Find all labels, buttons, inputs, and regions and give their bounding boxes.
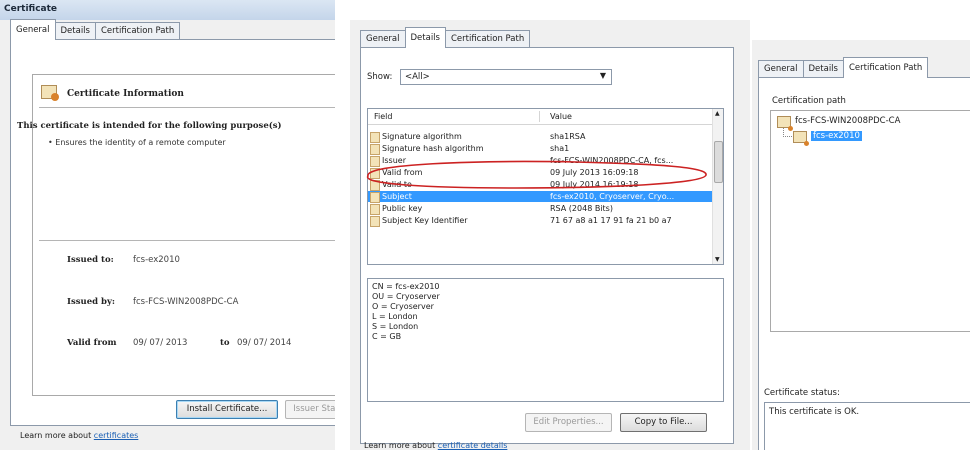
window-title: Certificate [4,4,58,14]
certificate-details-link[interactable]: certificate details [438,441,508,450]
field-rows: Signature algorithm sha1RSA Signature hash… [368,131,713,264]
tab-details[interactable]: Details [404,27,446,48]
general-learn-more: Learn more about certificates [20,431,138,440]
field-list-header: Field Value [368,109,713,125]
install-certificate-button[interactable]: Install Certificate... [176,400,278,419]
chevron-down-icon: ▼ [599,71,606,80]
show-label: Show: [367,72,393,82]
scroll-down-arrow[interactable]: ▼ [715,256,720,263]
tree-child-node[interactable]: fcs-ex2010 [811,131,862,141]
table-row[interactable]: Subject Key Identifier 71 67 a8 a1 17 91 … [368,215,713,227]
field-detail-box[interactable]: CN = fcs-ex2010 OU = Cryoserver O = Cryose… [367,278,724,402]
scroll-up-arrow[interactable]: ▲ [715,110,720,117]
field-name: Public key [382,204,423,213]
tab-details[interactable]: Details [802,60,844,78]
field-icon [370,216,380,227]
field-value: sha1 [550,144,570,153]
detail-line: OU = Cryoserver [372,292,440,301]
certificate-status-label: Certificate status: [764,388,840,398]
detail-line: L = London [372,312,418,321]
tab-details[interactable]: Details [54,22,96,40]
issued-by-label: Issued by: [67,297,116,307]
certificate-icon-seal [51,93,59,101]
show-dropdown[interactable]: <All> ▼ [400,69,612,85]
column-header-field[interactable]: Field [374,112,392,121]
valid-from-label: Valid from [67,338,117,348]
field-name: Signature algorithm [382,132,462,141]
field-value: fcs-ex2010, Cryoserver, Cryo... [550,192,675,201]
detail-line: C = GB [372,332,402,341]
annotation-circle [367,160,707,189]
field-icon [370,132,380,143]
info-title-divider [39,107,335,108]
issued-to-label: Issued to: [67,255,114,265]
tree-root-node[interactable]: fcs-FCS-WIN2008PDC-CA [795,116,900,126]
issuer-statement-button[interactable]: Issuer Stat [285,400,335,419]
tab-general[interactable]: General [360,30,406,48]
purpose-heading: This certificate is intended for the fol… [17,121,282,131]
field-value: sha1RSA [550,132,586,141]
window-titlebar: Certificate [0,0,335,20]
certification-path-label: Certification path [772,96,846,106]
scroll-thumb[interactable] [714,141,723,183]
field-name: Subject [382,192,412,201]
column-header-value[interactable]: Value [550,112,572,121]
issued-to-value: fcs-ex2010 [133,255,180,265]
detail-line: O = Cryoserver [372,302,434,311]
tab-certification-path[interactable]: Certification Path [842,57,929,78]
issued-by-value: fcs-FCS-WIN2008PDC-CA [133,297,239,307]
certificate-info-title: Certificate Information [67,89,184,99]
path-tabbar: General Details Certification Path [758,57,929,78]
tab-general[interactable]: General [10,19,56,40]
root-certificate-icon [777,116,793,131]
valid-to-value: 09/ 07/ 2014 [237,338,292,348]
certification-path-tree[interactable]: fcs-FCS-WIN2008PDC-CA fcs-ex2010 [770,110,970,332]
table-row[interactable]: Public key RSA (2048 Bits) [368,203,713,215]
detail-line: S = London [372,322,419,331]
field-value: RSA (2048 Bits) [550,204,613,213]
general-tabbar: General Details Certification Path [10,19,181,40]
certificate-status-box[interactable]: This certificate is OK. [764,402,970,450]
field-value: 71 67 a8 a1 17 91 fa 21 b0 a7 [550,216,672,225]
child-certificate-icon [793,131,809,146]
table-row[interactable]: Signature algorithm sha1RSA [368,131,713,143]
details-learn-more: Learn more about certificate details [364,441,507,450]
details-panel: General Details Certification Path Show:… [350,0,750,450]
show-dropdown-value: <All> [405,72,430,82]
field-detail-text: CN = fcs-ex2010 OU = Cryoserver O = Cryose… [372,282,440,342]
issued-divider [39,240,335,241]
valid-from-value: 09/ 07/ 2013 [133,338,188,348]
learn-more-text: Learn more about [364,441,436,450]
tab-certification-path[interactable]: Certification Path [444,30,531,48]
field-icon [370,192,380,203]
tab-certification-path[interactable]: Certification Path [94,22,181,40]
edit-properties-button[interactable]: Edit Properties... [525,413,612,432]
general-panel: Certificate General Details Certificatio… [0,0,335,450]
purpose-item: • Ensures the identity of a remote compu… [48,138,226,147]
certificates-link[interactable]: certificates [94,431,139,440]
certificate-status-text: This certificate is OK. [769,407,860,417]
learn-more-text: Learn more about [20,431,92,440]
copy-to-file-button[interactable]: Copy to File... [620,413,707,432]
field-name: Signature hash algorithm [382,144,484,153]
field-name: Subject Key Identifier [382,216,468,225]
table-row[interactable]: Subject fcs-ex2010, Cryoserver, Cryo... [368,191,713,203]
tab-general[interactable]: General [758,60,804,78]
path-panel: General Details Certification Path Certi… [752,0,970,450]
field-icon [370,144,380,155]
details-tabbar: General Details Certification Path [360,27,531,48]
table-row[interactable]: Signature hash algorithm sha1 [368,143,713,155]
detail-line: CN = fcs-ex2010 [372,282,440,291]
field-icon [370,204,380,215]
valid-to-label: to [220,338,230,348]
tree-connector [783,128,792,137]
